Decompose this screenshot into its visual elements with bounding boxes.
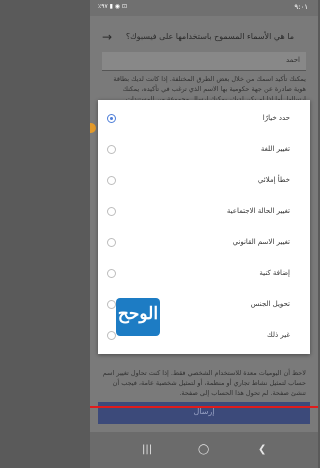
watermark-text: الوحح [117,304,159,324]
option-label: تغيير الحالة الاجتماعية [226,207,290,215]
status-icons: ٪٩٧ ▮ ◉ ⊡ [98,3,127,10]
red-divider [90,406,318,408]
arrow-icon[interactable]: → [102,30,112,44]
radio-icon[interactable] [107,176,116,185]
option-add-nickname[interactable]: إضافة كنية [98,263,310,287]
option-marital-status[interactable]: تغيير الحالة الاجتماعية [98,201,310,225]
option-label: إضافة كنية [259,269,290,277]
recents-icon[interactable]: ||| [142,444,152,455]
option-label: غير ذلك [266,331,290,339]
status-time: ٩:٠١ [294,3,308,11]
back-icon[interactable]: ❯ [258,444,266,455]
option-label: تغيير الاسم القانوني [232,238,290,246]
page-title: ما هي الأسماء المسموح باستخدامها على فيس… [125,32,294,41]
radio-icon[interactable] [107,269,116,278]
radio-icon[interactable] [107,238,116,247]
name-input-value: احمد [286,56,300,64]
radio-icon[interactable] [107,145,116,154]
radio-selected-icon[interactable] [107,114,116,123]
watermark-logo: الوحح [116,298,160,336]
note-paragraph: لاحظ أن اليوميات معدة للاستخدام الشخصي ف… [102,369,306,397]
option-change-language[interactable]: تغيير اللغة [98,139,310,163]
option-label: خطأ إملائي [257,176,290,184]
page-header: ما هي الأسماء المسموح باستخدامها على فيس… [100,30,308,48]
option-select-one[interactable]: حدد خيارًا [98,108,310,132]
navigation-bar: ||| ◯ ❯ [90,432,318,468]
option-spelling-error[interactable]: خطأ إملائي [98,170,310,194]
name-input[interactable]: احمد [102,52,306,71]
option-legal-name[interactable]: تغيير الاسم القانوني [98,232,310,256]
home-icon[interactable]: ◯ [198,444,209,455]
option-label: حدد خيارًا [262,114,290,122]
screen: ٩:٠١ ٪٩٧ ▮ ◉ ⊡ ما هي الأسماء المسموح باس… [90,0,318,468]
option-label: تغيير اللغة [260,145,290,153]
option-label: تحويل الجنس [250,300,290,308]
radio-icon[interactable] [107,207,116,216]
radio-icon[interactable] [107,331,116,340]
send-button-label: إرسال [193,407,215,416]
radio-icon[interactable] [107,300,116,309]
status-bar: ٩:٠١ ٪٩٧ ▮ ◉ ⊡ [90,0,318,16]
